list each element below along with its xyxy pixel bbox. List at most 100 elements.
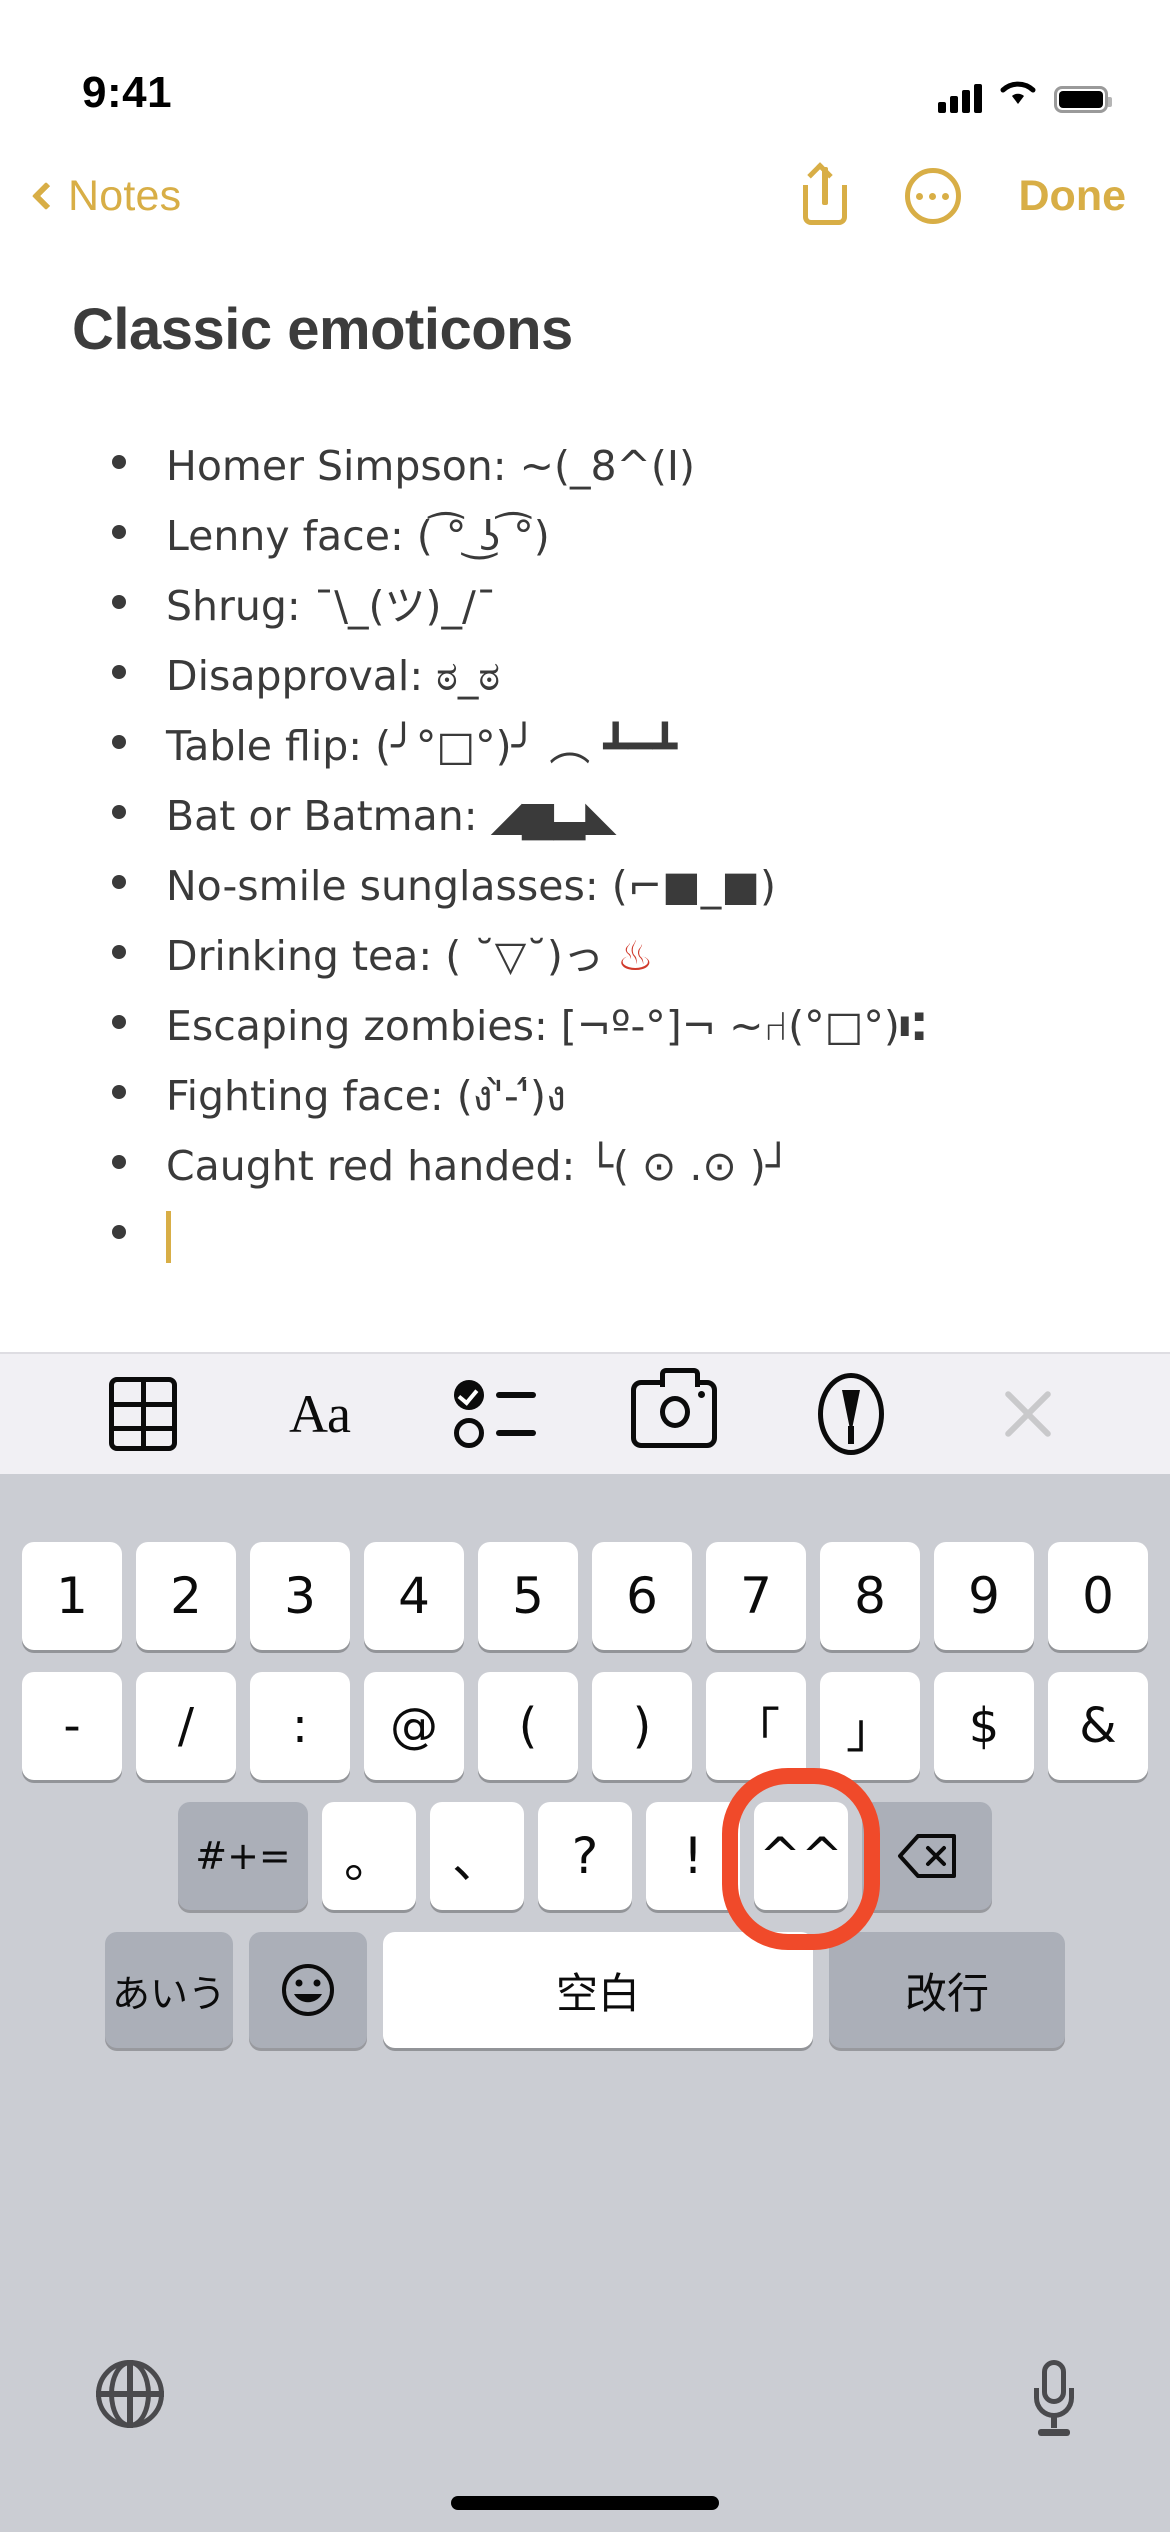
bullet-dot-icon: [112, 805, 126, 819]
key-4[interactable]: 4: [364, 1542, 464, 1650]
key-symbol[interactable]: ): [592, 1672, 692, 1780]
list-item-text: Homer Simpson: ~(_8^(I): [166, 442, 695, 490]
status-indicators: [938, 73, 1112, 113]
list-item[interactable]: Homer Simpson: ~(_8^(I): [0, 431, 1170, 501]
key-return[interactable]: 改行: [829, 1932, 1065, 2048]
camera-icon: [630, 1368, 717, 1448]
emoticon-art: ಠ_ಠ: [436, 652, 501, 700]
note-body[interactable]: Classic emoticons Homer Simpson: ~(_8^(I…: [0, 258, 1170, 1352]
list-item-text: Caught red handed: └( ⊙ .⊙ )┘: [166, 1142, 791, 1190]
bullet-dot-icon: [112, 1155, 126, 1169]
bullet-dot-icon: [112, 1225, 126, 1239]
keyboard: 1234567890 - /: @() 「」 $ & #+=。、?! ^^ あいう 空白 改行: [0, 1474, 1170, 2532]
text-cursor: [166, 1211, 171, 1263]
emoticon-art: ¯\_(ツ)_/¯: [313, 582, 497, 630]
key-symbol[interactable]: (: [478, 1672, 578, 1780]
key-punctuation[interactable]: ?: [538, 1802, 632, 1910]
emoticon-art: ( ˘▽˘)っ: [445, 932, 604, 980]
list-item[interactable]: Escaping zombies: [¬º-°]¬ ~⑁(°□°)⑆: [0, 991, 1170, 1061]
key-symbol[interactable]: 「: [706, 1672, 806, 1780]
key-5[interactable]: 5: [478, 1542, 578, 1650]
key-kaomoji[interactable]: ^^: [754, 1802, 848, 1910]
key-3[interactable]: 3: [250, 1542, 350, 1650]
camera-button[interactable]: [626, 1368, 722, 1459]
keyboard-row-bottom: あいう 空白 改行: [0, 1910, 1170, 2048]
list-item[interactable]: No-smile sunglasses: (⌐■_■): [0, 851, 1170, 921]
markup-button[interactable]: [803, 1369, 899, 1459]
list-item[interactable]: Caught red handed: └( ⊙ .⊙ )┘: [0, 1131, 1170, 1201]
key-symbol-shift[interactable]: #+=: [178, 1802, 308, 1910]
key-6[interactable]: 6: [592, 1542, 692, 1650]
page-title: Classic emoticons: [72, 297, 573, 362]
bullet-dot-icon: [112, 1085, 126, 1099]
bullet-list: Homer Simpson: ~(_8^(I) Lenny face: ( ͡° …: [0, 363, 1170, 1271]
checklist-icon: [453, 1378, 540, 1450]
list-item-text: Bat or Batman: ◢▆▃◣: [166, 792, 617, 840]
list-item-text: Shrug: ¯\_(ツ)_/¯: [166, 582, 497, 630]
navigation-bar: Notes Done: [0, 150, 1170, 242]
markup-pen-icon: [817, 1373, 884, 1455]
key-input-mode[interactable]: あいう: [105, 1932, 233, 2048]
bullet-dot-icon: [112, 1015, 126, 1029]
key-1[interactable]: 1: [22, 1542, 122, 1650]
bullet-dot-icon: [112, 665, 126, 679]
key-0[interactable]: 0: [1048, 1542, 1148, 1650]
key-symbol[interactable]: $: [934, 1672, 1034, 1780]
table-button[interactable]: [95, 1369, 191, 1459]
format-toolbar: Aa: [0, 1352, 1170, 1474]
share-icon[interactable]: [802, 162, 847, 225]
list-item[interactable]: Fighting face: (ง'̀-'́)ง: [0, 1061, 1170, 1131]
emoticon-art: [¬º-°]¬ ~⑁(°□°)⑆: [560, 1002, 925, 1050]
phone-screen: 9:41 Notes Done Classic emoticons Homer …: [0, 0, 1170, 2532]
list-item[interactable]: [0, 1201, 1170, 1271]
key-8[interactable]: 8: [820, 1542, 920, 1650]
key-2[interactable]: 2: [136, 1542, 236, 1650]
bullet-dot-icon: [112, 735, 126, 749]
highlighted-key-wrapper: ^^: [722, 1768, 880, 1950]
nav-actions: Done: [802, 162, 1127, 225]
back-button-label: Notes: [68, 171, 182, 220]
key-punctuation[interactable]: 。: [322, 1802, 416, 1910]
key-symbol[interactable]: /: [136, 1672, 236, 1780]
emoticon-art: ◢▆▃◣: [490, 792, 617, 840]
bullet-dot-icon: [112, 945, 126, 959]
bullet-dot-icon: [112, 525, 126, 539]
key-9[interactable]: 9: [934, 1542, 1034, 1650]
list-item[interactable]: Table flip: (╯°□°)╯ ︵ ┻━┻: [0, 711, 1170, 781]
list-item[interactable]: Disapproval: ಠ_ಠ: [0, 641, 1170, 711]
chevron-left-icon: [31, 181, 61, 211]
back-button[interactable]: Notes: [26, 172, 181, 221]
key-symbol[interactable]: :: [250, 1672, 350, 1780]
backspace-icon[interactable]: [862, 1802, 992, 1910]
list-item[interactable]: Drinking tea: ( ˘▽˘)っ ♨: [0, 921, 1170, 991]
list-item-text: No-smile sunglasses: (⌐■_■): [166, 862, 777, 910]
key-space[interactable]: 空白: [383, 1932, 813, 2048]
bullet-dot-icon: [112, 455, 126, 469]
ellipsis-circle-icon[interactable]: [904, 168, 961, 224]
microphone-icon[interactable]: [1034, 2360, 1074, 2438]
key-symbol[interactable]: 」: [820, 1672, 920, 1780]
close-icon: [999, 1385, 1057, 1443]
emoticon-art: (╯°□°)╯ ︵ ┻━┻: [375, 722, 678, 770]
list-item[interactable]: Shrug: ¯\_(ツ)_/¯: [0, 571, 1170, 641]
text-format-icon: Aa: [289, 1384, 351, 1444]
keyboard-row-numbers: 1234567890: [0, 1474, 1170, 1650]
list-item[interactable]: Lenny face: ( ͡° ͜ʖ ͡°): [0, 501, 1170, 571]
key-punctuation[interactable]: 、: [430, 1802, 524, 1910]
key-symbol[interactable]: &: [1048, 1672, 1148, 1780]
emoticon-art: (ง'̀-'́)ง: [456, 1072, 567, 1120]
keyboard-bottom-bar: [0, 2342, 1170, 2532]
key-punctuation[interactable]: !: [646, 1802, 740, 1910]
list-item[interactable]: Bat or Batman: ◢▆▃◣: [0, 781, 1170, 851]
done-button[interactable]: Done: [1019, 172, 1127, 221]
list-item-text: Lenny face: ( ͡° ͜ʖ ͡°): [166, 512, 550, 560]
status-time: 9:41: [82, 68, 173, 117]
emoji-smiley-icon[interactable]: [249, 1932, 367, 2048]
close-keyboard-button[interactable]: [980, 1369, 1076, 1459]
text-format-button[interactable]: Aa: [272, 1369, 368, 1459]
globe-icon[interactable]: [96, 2360, 164, 2428]
key-symbol[interactable]: @: [364, 1672, 464, 1780]
key-symbol[interactable]: -: [22, 1672, 122, 1780]
key-7[interactable]: 7: [706, 1542, 806, 1650]
checklist-button[interactable]: [449, 1369, 545, 1459]
